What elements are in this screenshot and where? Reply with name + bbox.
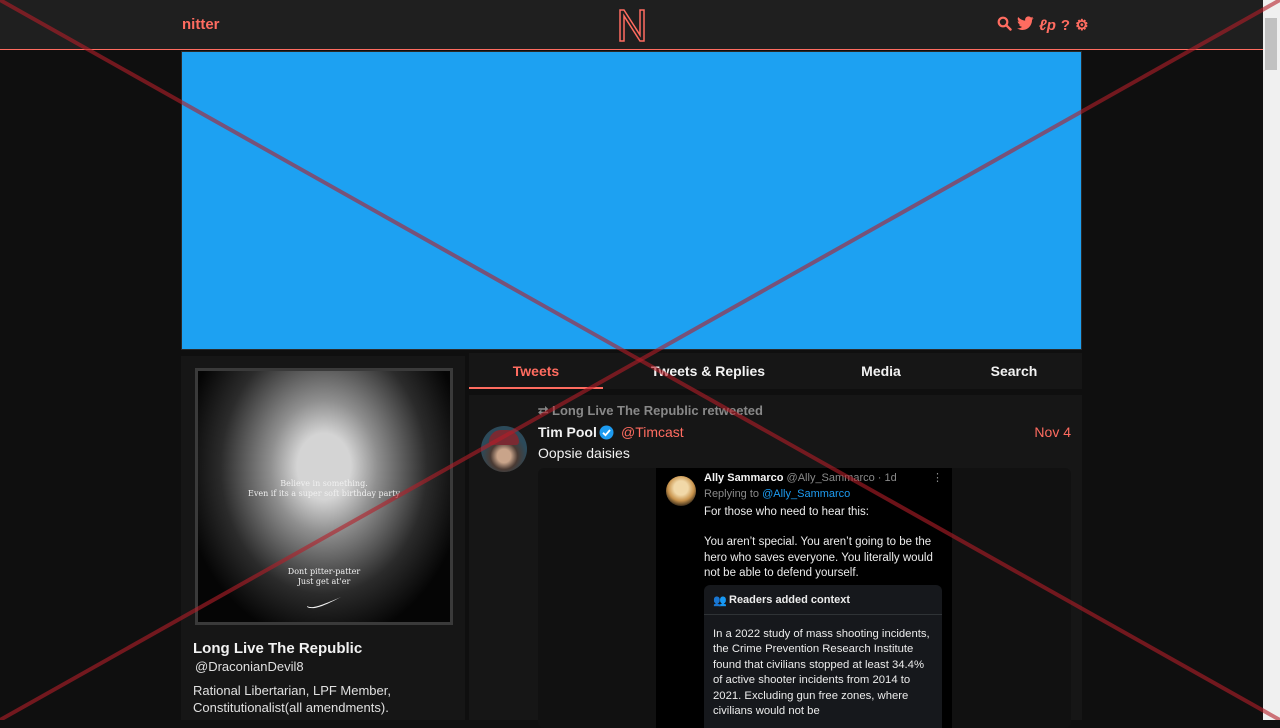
avatar-beanie	[489, 430, 519, 445]
scrollbar[interactable]	[1263, 0, 1280, 720]
retweet-icon: ⮂	[538, 403, 549, 418]
nitter-logo-icon[interactable]	[617, 7, 647, 43]
profile-fullname[interactable]: Long Live The Republic	[193, 640, 362, 657]
community-notes-title: Readers added context	[729, 594, 851, 606]
tweet-text: Oopsie daisies	[538, 445, 630, 461]
search-icon[interactable]	[997, 16, 1012, 36]
avatar-text-line: Just get at'er	[297, 577, 351, 586]
tweet-author-avatar[interactable]	[481, 426, 527, 472]
tweet-author-handle[interactable]: @Timcast	[621, 424, 684, 440]
avatar-text-line: Dont pitter-patter	[287, 567, 361, 576]
avatar-text-line: Believe in something.	[280, 479, 368, 488]
embedded-replying-handle: @Ally_Sammarco	[762, 488, 851, 500]
tab-tweets-replies[interactable]: Tweets & Replies	[639, 353, 777, 389]
verified-badge-icon	[599, 425, 614, 440]
avatar-text-top: Believe in something. Even if its a supe…	[198, 479, 450, 499]
tab-media[interactable]: Media	[839, 353, 923, 389]
navbar: nitter ℓp ? ⚙	[0, 0, 1263, 50]
twitter-bird-icon[interactable]	[1017, 16, 1034, 36]
embedded-body: For those who need to hear this: You are…	[704, 505, 944, 582]
avatar-text-bottom: Dont pitter-patter Just get at'er	[198, 567, 450, 587]
tweet-author-name[interactable]: Tim Pool	[538, 424, 597, 440]
tweet-date[interactable]: Nov 4	[1034, 424, 1071, 440]
profile-card: Believe in something. Even if its a supe…	[181, 356, 465, 720]
community-notes-text: In a 2022 study of mass shooting inciden…	[713, 628, 930, 718]
tab-tweets[interactable]: Tweets	[469, 353, 603, 389]
retweet-header-text: Long Live The Republic retweeted	[552, 403, 763, 418]
embedded-name-line: Ally Sammarco @Ally_Sammarco · 1d	[704, 472, 897, 484]
embedded-line-2: You aren’t special. You aren’t going to …	[704, 536, 933, 580]
profile-banner[interactable]	[181, 51, 1082, 350]
lp-icon[interactable]: ℓp	[1039, 17, 1056, 35]
gear-icon[interactable]: ⚙	[1075, 17, 1088, 35]
embedded-meta: @Ally_Sammarco · 1d	[786, 472, 897, 484]
embedded-line-1: For those who need to hear this:	[704, 506, 869, 518]
tab-search[interactable]: Search	[974, 353, 1054, 389]
people-icon: 👥	[713, 595, 727, 607]
profile-bio: Rational Libertarian, LPF Member, Consti…	[193, 683, 391, 715]
profile-avatar[interactable]: Believe in something. Even if its a supe…	[195, 368, 453, 625]
community-notes-box: 👥 Readers added context In a 2022 study …	[704, 585, 942, 728]
embedded-menu-icon: ⋮	[932, 472, 943, 484]
timeline: ⮂ Long Live The Republic retweeted Tim P…	[469, 395, 1082, 728]
nitter-brand-link[interactable]: nitter	[182, 16, 220, 33]
timeline-tabs: Tweets Tweets & Replies Media Search	[469, 353, 1082, 389]
retweet-header: ⮂ Long Live The Republic retweeted	[538, 403, 763, 419]
community-notes-header: 👥 Readers added context	[704, 585, 942, 615]
avatar-text-line: Even if its a super soft birthday party	[248, 489, 400, 498]
embedded-avatar	[666, 476, 696, 506]
help-icon[interactable]: ?	[1061, 17, 1070, 35]
embedded-replying: Replying to @Ally_Sammarco	[704, 488, 850, 500]
tweet-media[interactable]: Ally Sammarco @Ally_Sammarco · 1d ⋮ Repl…	[538, 468, 1071, 728]
swoosh-icon	[307, 597, 341, 609]
profile-username[interactable]: @DraconianDevil8	[195, 659, 304, 674]
embedded-name: Ally Sammarco	[704, 472, 784, 484]
scrollbar-thumb[interactable]	[1265, 18, 1277, 70]
nav-icons: ℓp ? ⚙	[997, 16, 1089, 36]
embedded-replying-prefix: Replying to	[704, 488, 760, 500]
embedded-screenshot: Ally Sammarco @Ally_Sammarco · 1d ⋮ Repl…	[656, 468, 952, 728]
